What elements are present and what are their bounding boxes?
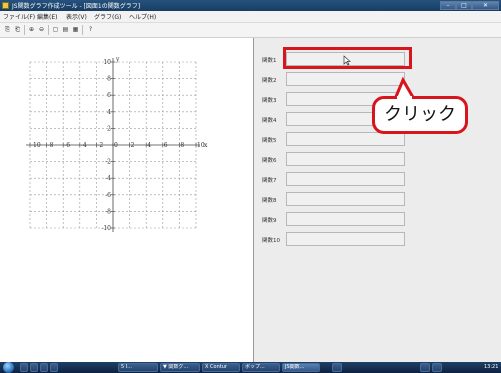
formula-label-7: 関数7 xyxy=(262,178,277,184)
y-tick-label: -10 xyxy=(101,225,111,232)
clock: 13:21 xyxy=(484,364,499,370)
graph-settings-icon[interactable]: ▤ xyxy=(61,25,70,34)
mouse-cursor-icon xyxy=(343,55,351,66)
formula-input-5[interactable] xyxy=(286,132,405,146)
formula-panel: 関数1 関数2 関数3 関数4 関数5 関数6 関数7 関数8 関数9 関数10 xyxy=(255,38,501,362)
x-tick-label: -2 xyxy=(97,142,103,149)
taskbar: 5 I... ▼ 関数グ... X Contur ポップ... JS関数... … xyxy=(0,362,501,373)
main-area: -10 -8 -6 -4 -2 0 2 4 6 8 10 10 8 6 4 2 -2 -4 -6 -8 -10 x y 関数… xyxy=(0,38,501,362)
y-tick-label: -4 xyxy=(105,175,111,182)
taskbar-task-active[interactable]: JS関数... xyxy=(282,363,320,372)
formula-label-2: 関数2 xyxy=(262,78,277,84)
zoom-in-icon[interactable]: ⊕ xyxy=(27,25,36,34)
toolbar-separator xyxy=(82,25,83,35)
formula-input-9[interactable] xyxy=(286,212,405,226)
x-tick-label: 4 xyxy=(147,142,151,149)
taskbar-task[interactable]: ▼ 関数グ... xyxy=(160,363,200,372)
taskbar-tray-item[interactable] xyxy=(420,363,430,372)
x-tick-label: 8 xyxy=(180,142,184,149)
menu-help[interactable]: ヘルプ(H) xyxy=(129,12,156,21)
menu-graph[interactable]: グラフ(G) xyxy=(94,12,121,21)
menu-view[interactable]: 表示(V) xyxy=(66,12,87,21)
formula-label-6: 関数6 xyxy=(262,158,277,164)
y-tick-label: 4 xyxy=(107,109,111,116)
taskbar-tray-item[interactable] xyxy=(432,363,442,372)
menu-edit[interactable]: 編集(E) xyxy=(37,12,57,21)
close-button[interactable]: ✕ xyxy=(472,1,499,10)
toolbar-separator xyxy=(24,25,25,35)
window-title: JS関数グラフ作成ツール - [図面1の関数グラフ] xyxy=(12,3,141,10)
formula-label-5: 関数5 xyxy=(262,138,277,144)
taskbar-quicklaunch-item[interactable] xyxy=(40,363,48,372)
toolbar-separator xyxy=(48,25,49,35)
formula-label-4: 関数4 xyxy=(262,118,277,124)
app-icon xyxy=(2,2,9,9)
taskbar-task[interactable]: ポップ... xyxy=(242,363,280,372)
formula-input-10[interactable] xyxy=(286,232,405,246)
x-axis-label: x xyxy=(204,142,208,149)
start-button[interactable] xyxy=(3,362,14,373)
y-tick-label: 10 xyxy=(103,59,111,66)
minimize-button[interactable]: – xyxy=(440,1,456,10)
y-tick-label: 2 xyxy=(107,125,111,132)
zoom-out-icon[interactable]: ⊖ xyxy=(37,25,46,34)
formula-input-6[interactable] xyxy=(286,152,405,166)
graph-panel[interactable]: -10 -8 -6 -4 -2 0 2 4 6 8 10 10 8 6 4 2 -2 -4 -6 -8 -10 x y xyxy=(0,38,254,362)
maximize-button[interactable]: □ xyxy=(456,1,472,10)
y-axis-label: y xyxy=(115,56,120,63)
x-tick-label: -4 xyxy=(81,142,87,149)
formula-label-9: 関数9 xyxy=(262,218,277,224)
y-tick-label: 6 xyxy=(107,92,111,99)
copy-icon[interactable]: ⎘ xyxy=(3,25,12,34)
x-tick-label: -8 xyxy=(48,142,54,149)
fit-window-icon[interactable]: ▢ xyxy=(51,25,60,34)
y-tick-label: -2 xyxy=(105,159,111,166)
taskbar-task[interactable]: 5 I... xyxy=(118,363,158,372)
graph-canvas[interactable]: -10 -8 -6 -4 -2 0 2 4 6 8 10108642-2-4-6-8-10xy xyxy=(0,38,253,362)
taskbar-quicklaunch-item[interactable] xyxy=(50,363,58,372)
taskbar-task[interactable]: X Contur xyxy=(202,363,240,372)
menu-file[interactable]: ファイル(F) xyxy=(3,12,35,21)
formula-input-8[interactable] xyxy=(286,192,405,206)
paste-icon[interactable]: ⎗ xyxy=(13,25,22,34)
grid-settings-icon[interactable]: ▦ xyxy=(71,25,80,34)
taskbar-quicklaunch-item[interactable] xyxy=(30,363,38,372)
x-tick-label: -10 xyxy=(31,142,41,149)
menu-bar: ファイル(F) 編集(E) 表示(V) グラフ(G) ヘルプ(H) xyxy=(0,11,501,23)
x-tick-label: 2 xyxy=(131,142,135,149)
formula-input-2[interactable] xyxy=(286,72,405,86)
y-tick-label: -6 xyxy=(105,192,111,199)
formula-input-7[interactable] xyxy=(286,172,405,186)
taskbar-tray-item[interactable] xyxy=(332,363,342,372)
x-tick-label: 6 xyxy=(164,142,168,149)
formula-label-10: 関数10 xyxy=(262,238,280,244)
x-tick-label: -6 xyxy=(64,142,70,149)
formula-label-3: 関数3 xyxy=(262,98,277,104)
x-tick-label: 0 xyxy=(114,142,118,149)
y-tick-label: 8 xyxy=(107,76,111,83)
click-callout: クリック xyxy=(372,96,468,134)
taskbar-quicklaunch-item[interactable] xyxy=(20,363,28,372)
y-tick-label: -8 xyxy=(105,208,111,215)
title-bar: JS関数グラフ作成ツール - [図面1の関数グラフ] – □ ✕ xyxy=(0,0,501,11)
help-icon[interactable]: ? xyxy=(86,25,95,34)
formula-label-8: 関数8 xyxy=(262,198,277,204)
toolbar: ⎘ ⎗ ⊕ ⊖ ▢ ▤ ▦ ? xyxy=(0,23,501,38)
